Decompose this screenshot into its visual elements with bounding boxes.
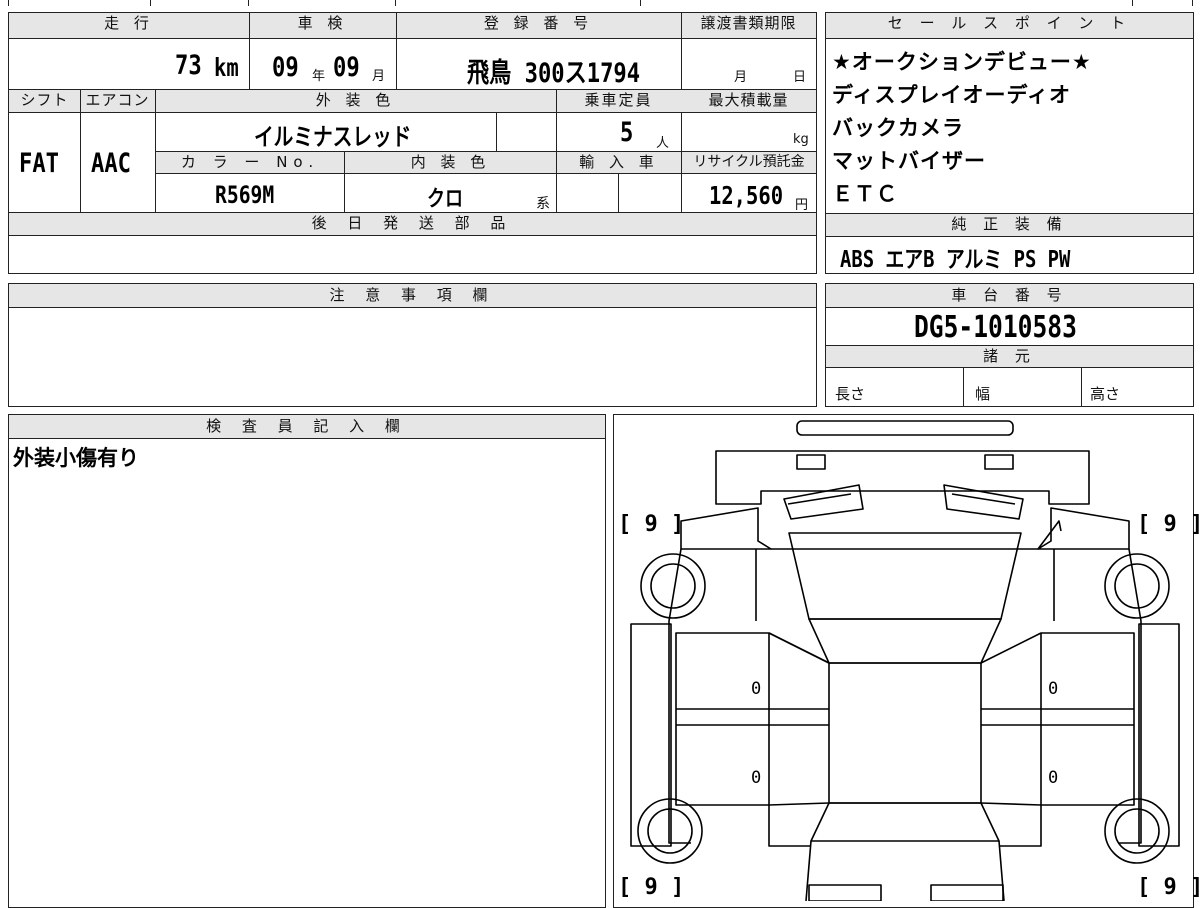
top-cutoff-strip [0, 0, 1200, 6]
sales-point-item: マットバイザー [832, 149, 986, 173]
chassis-number: DG5-1010583 [914, 310, 1077, 345]
transfer-day-unit: 日 [793, 70, 807, 85]
registration-number: 飛鳥 300ス1794 [467, 58, 641, 89]
header-capacity: 乗車定員 [556, 90, 681, 112]
interior-color-suffix: 系 [536, 196, 550, 212]
sales-points-panel: セ ー ル ス ポ イ ン ト ★オークションデビュー★ ディスプレイオーディオ… [825, 12, 1194, 274]
door-front-right-mark: 0 [1048, 679, 1059, 699]
vehicle-info-table: 走 行 車 検 登 録 番 号 譲渡書類期限 73 km 09 年 09 月 飛… [8, 12, 817, 274]
transfer-month-unit: 月 [734, 70, 748, 85]
door-front-left-mark: 0 [751, 679, 762, 699]
mileage-unit: km [214, 53, 239, 82]
inspection-month-unit: 月 [372, 69, 386, 84]
header-recycle: リサイクル預託金 [682, 152, 816, 173]
header-interior-color: 内 装 色 [345, 152, 556, 173]
tire-rear-left-grade: [ 9 ] [618, 875, 685, 900]
door-rear-right-mark: 0 [1048, 768, 1059, 788]
exterior-color-value: イルミナスレッド [254, 123, 412, 151]
header-shift: シフト [9, 90, 80, 112]
inspector-header: 検 査 員 記 入 欄 [9, 415, 605, 438]
door-rear-left-mark: 0 [751, 768, 762, 788]
car-diagram [630, 420, 1180, 901]
mileage-value: 73 [175, 50, 202, 81]
header-mileage: 走 行 [9, 13, 249, 38]
specs-header: 諸 元 [826, 346, 1193, 367]
later-parts-content [9, 236, 816, 273]
header-import: 輸 入 車 [557, 152, 681, 173]
header-transfer-docs: 譲渡書類期限 [681, 13, 816, 38]
header-registration: 登 録 番 号 [396, 13, 681, 38]
capacity-value: 5 [620, 117, 634, 148]
inspector-panel: 検 査 員 記 入 欄 外装小傷有り [8, 414, 606, 908]
spec-height: 高さ [1090, 385, 1121, 403]
tire-front-left-grade: [ 9 ] [618, 512, 685, 537]
interior-color-value: クロ [427, 187, 464, 212]
inspection-year-unit: 年 [312, 69, 326, 84]
tire-rear-right-grade: [ 9 ] [1137, 875, 1200, 900]
spec-width: 幅 [975, 385, 991, 403]
header-max-load: 最大積載量 [681, 90, 816, 112]
header-aircon: エアコン [80, 90, 155, 112]
sales-point-item: バックカメラ [832, 116, 964, 140]
chassis-panel: 車 台 番 号 DG5-1010583 諸 元 長さ 幅 高さ [825, 283, 1194, 407]
capacity-unit: 人 [656, 136, 670, 151]
equipment-header: 純 正 装 備 [826, 214, 1193, 236]
chassis-header: 車 台 番 号 [826, 284, 1193, 307]
header-inspection: 車 検 [249, 13, 396, 38]
header-exterior-color: 外 装 色 [155, 90, 556, 112]
inspection-month: 09 [333, 52, 360, 83]
sales-point-item: ディスプレイオーディオ [832, 83, 1072, 107]
sales-point-item: ＥＴＣ [832, 182, 898, 206]
recycle-unit: 円 [795, 198, 809, 213]
sales-point-item: ★オークションデビュー★ [832, 50, 1092, 74]
shift-value: FAT [19, 148, 60, 179]
equipment-value: ABS エアB アルミ PS PW [840, 247, 1071, 273]
car-diagram-panel: [ 9 ] [ 9 ] [ 9 ] [ 9 ] 0 0 0 0 [613, 414, 1200, 908]
max-load-unit: kg [793, 132, 809, 147]
notes-header: 注 意 事 項 欄 [9, 284, 816, 307]
tire-front-right-grade: [ 9 ] [1137, 512, 1200, 537]
sales-points-header: セ ー ル ス ポ イ ン ト [826, 13, 1193, 38]
aircon-value: AAC [91, 148, 132, 179]
color-no-value: R569M [215, 181, 275, 209]
notes-panel: 注 意 事 項 欄 [8, 283, 817, 407]
inspector-comment: 外装小傷有り [13, 446, 139, 470]
spec-length: 長さ [835, 385, 866, 403]
recycle-value: 12,560 [709, 181, 784, 210]
header-later-parts: 後 日 発 送 部 品 [9, 213, 816, 235]
header-color-no: カ ラ ー No. [156, 152, 344, 173]
inspection-year: 09 [272, 52, 299, 83]
